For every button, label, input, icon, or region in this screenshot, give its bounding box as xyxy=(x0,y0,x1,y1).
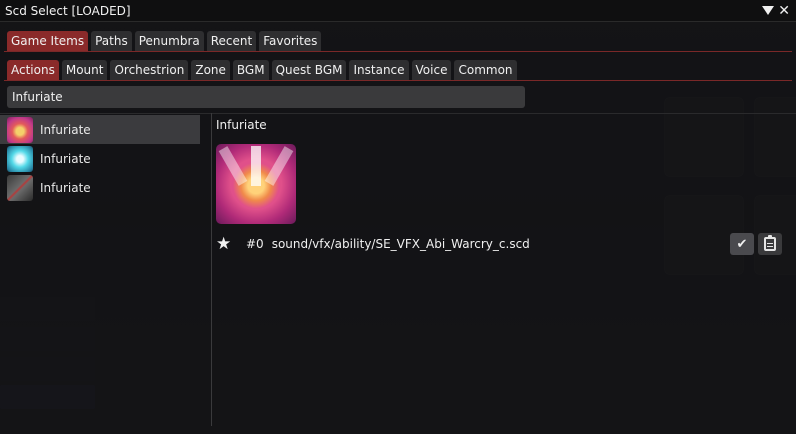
list-item[interactable]: Infuriate xyxy=(0,173,211,202)
tab-bgm[interactable]: BGM xyxy=(232,60,269,80)
clipboard-icon xyxy=(764,235,776,251)
scd-select-window: Scd Select [LOADED] ✕ Game Items Paths P… xyxy=(0,0,796,434)
collapse-icon[interactable] xyxy=(762,6,775,15)
tab-paths[interactable]: Paths xyxy=(91,31,132,51)
secondary-tabs: Actions Mount Orchestrion Zone BGM Quest… xyxy=(7,60,517,80)
tab-quest-bgm[interactable]: Quest BGM xyxy=(271,60,347,80)
sound-index: #0 xyxy=(246,237,264,251)
list-item-label: Infuriate xyxy=(40,122,91,137)
infuriate-large-icon xyxy=(216,144,296,224)
infuriate-icon xyxy=(7,145,33,172)
infuriate-icon xyxy=(7,174,33,201)
tab-actions[interactable]: Actions xyxy=(7,60,59,80)
tab-recent[interactable]: Recent xyxy=(206,31,257,51)
window-title: Scd Select [LOADED] xyxy=(5,3,131,18)
tab-favorites[interactable]: Favorites xyxy=(259,31,322,51)
tab-orchestrion[interactable]: Orchestrion xyxy=(110,60,189,80)
close-icon[interactable]: ✕ xyxy=(778,4,790,18)
favorite-star-icon[interactable]: ★ xyxy=(216,235,238,253)
sound-entry-row: ★ #0 sound/vfx/ability/SE_VFX_Abi_Warcry… xyxy=(216,233,786,255)
detail-title: Infuriate xyxy=(216,118,267,132)
secondary-tabs-underline xyxy=(4,80,792,81)
tab-mount[interactable]: Mount xyxy=(61,60,108,80)
infuriate-icon xyxy=(7,116,33,143)
tab-zone[interactable]: Zone xyxy=(191,60,230,80)
detail-panel: Infuriate ★ #0 sound/vfx/ability/SE_VFX_… xyxy=(216,118,786,255)
window-titlebar[interactable]: Scd Select [LOADED] ✕ xyxy=(0,0,796,22)
sound-path: sound/vfx/ability/SE_VFX_Abi_Warcry_c.sc… xyxy=(271,237,530,251)
select-check-button[interactable]: ✔ xyxy=(730,233,754,255)
tab-game-items[interactable]: Game Items xyxy=(7,31,89,51)
panel-divider xyxy=(0,113,796,114)
primary-tabs-underline xyxy=(4,51,792,52)
primary-tabs: Game Items Paths Penumbra Recent Favorit… xyxy=(7,31,322,51)
list-item-label: Infuriate xyxy=(40,151,91,166)
results-list: Infuriate Infuriate Infuriate xyxy=(0,115,211,427)
tab-common[interactable]: Common xyxy=(454,60,517,80)
list-item[interactable]: Infuriate xyxy=(0,115,200,144)
list-item[interactable]: Infuriate xyxy=(0,144,211,173)
copy-clipboard-button[interactable] xyxy=(758,233,782,255)
tab-voice[interactable]: Voice xyxy=(411,60,452,80)
tab-penumbra[interactable]: Penumbra xyxy=(134,31,204,51)
tab-instance[interactable]: Instance xyxy=(349,60,409,80)
list-item-label: Infuriate xyxy=(40,180,91,195)
panel-splitter[interactable] xyxy=(211,113,212,426)
search-input[interactable]: Infuriate xyxy=(7,86,525,108)
